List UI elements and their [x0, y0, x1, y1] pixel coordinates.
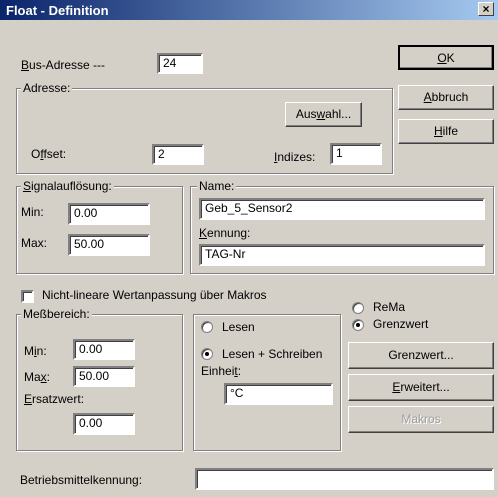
einheit-input[interactable]: °C	[224, 383, 333, 405]
close-button[interactable]: ×	[478, 2, 494, 16]
address-legend: Adresse:	[21, 81, 73, 95]
indizes-label: Indizes:	[274, 150, 316, 164]
lesen-schreiben-radio[interactable]	[201, 348, 213, 360]
name-legend: Name:	[197, 179, 237, 193]
rema-label: ReMa	[373, 300, 406, 314]
rema-radio[interactable]	[352, 302, 364, 314]
range-min-input[interactable]: 0.00	[73, 339, 135, 360]
grenzwert-button[interactable]: Grenzwert...	[348, 342, 494, 369]
window-title: Float - Definition	[6, 3, 109, 18]
ersatzwert-label: Ersatzwert:	[24, 392, 85, 406]
bus-address-input[interactable]: 24	[157, 53, 203, 74]
signal-max-label: Max:	[21, 236, 48, 250]
ok-button[interactable]: OK	[398, 45, 494, 70]
abbruch-button[interactable]: Abbruch	[398, 85, 494, 110]
range-max-label: Max:	[24, 370, 51, 384]
kennung-label: Kennung:	[199, 226, 251, 240]
indizes-input[interactable]: 1	[330, 143, 382, 165]
nonlinear-checkbox[interactable]	[21, 290, 34, 303]
betriebsmittel-label: Betriebsmittelkennung:	[20, 473, 143, 487]
auswahl-button[interactable]: Auswahl...	[285, 102, 362, 127]
signal-min-input[interactable]: 0.00	[68, 203, 150, 225]
erweitert-button[interactable]: Erweitert...	[348, 374, 494, 401]
betriebsmittel-input[interactable]	[195, 468, 494, 490]
signal-resolution-group	[16, 186, 183, 274]
makros-button[interactable]: Makros	[348, 406, 494, 433]
kennung-input[interactable]: TAG-Nr	[199, 244, 485, 266]
signal-resolution-legend: Signalauflösung:	[21, 179, 114, 193]
range-max-input[interactable]: 50.00	[73, 366, 135, 387]
grenzwert-label: Grenzwert	[373, 317, 429, 331]
measure-range-legend: Meßbereich:	[21, 307, 92, 321]
bus-address-label: Bus-Adresse ---	[21, 58, 106, 72]
name-input[interactable]: Geb_5_Sensor2	[199, 198, 485, 220]
offset-input[interactable]: 2	[152, 144, 204, 165]
hilfe-button[interactable]: Hilfe	[398, 119, 494, 144]
einheit-label: Einheit:	[201, 364, 242, 378]
lesen-radio[interactable]	[201, 321, 213, 333]
nonlinear-label: Nicht-lineare Wertanpassung über Makros	[42, 288, 267, 302]
signal-min-label: Min:	[21, 205, 44, 219]
lesen-label: Lesen	[222, 320, 255, 334]
range-min-label: Min:	[24, 344, 47, 358]
close-icon: ×	[482, 2, 490, 16]
lesen-schreiben-label: Lesen + Schreiben	[222, 347, 323, 361]
offset-label: Offset:	[31, 147, 67, 161]
signal-max-input[interactable]: 50.00	[68, 234, 150, 256]
ersatzwert-input[interactable]: 0.00	[73, 413, 135, 435]
grenzwert-radio[interactable]	[352, 319, 364, 331]
